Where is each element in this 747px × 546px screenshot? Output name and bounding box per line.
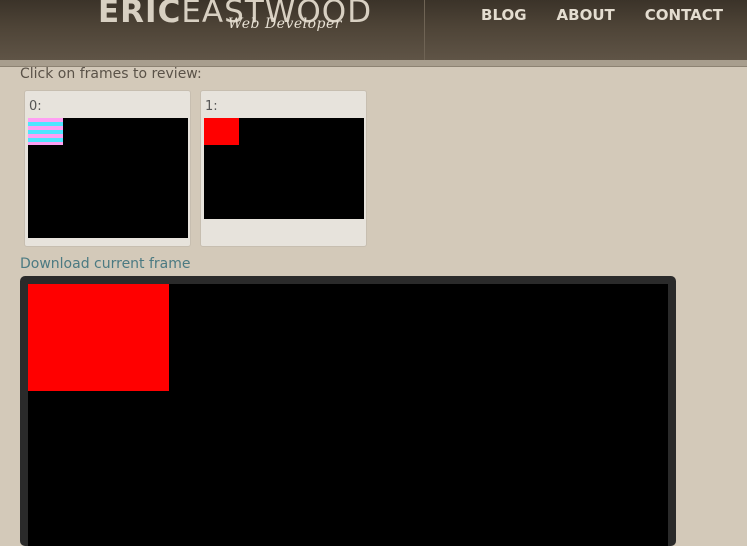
header-divider — [424, 0, 425, 60]
nav-about-link[interactable]: ABOUT — [557, 6, 615, 24]
download-frame-link[interactable]: Download current frame — [20, 256, 191, 272]
red-square — [204, 118, 239, 145]
site-header: ERICEASTWOOD Web Developer BLOG ABOUT CO… — [0, 0, 747, 66]
logo-first-name: ERIC — [98, 0, 182, 30]
frame-label: 1: — [205, 99, 218, 114]
frame-thumbnail-0[interactable]: 0: — [24, 90, 191, 247]
nav-blog-link[interactable]: BLOG — [481, 6, 527, 24]
logo-tagline: Web Developer — [228, 16, 342, 32]
current-frame-viewer — [20, 276, 676, 546]
frames-instructions: Click on frames to review: — [20, 66, 202, 82]
striped-square — [28, 118, 63, 145]
frame-preview — [28, 118, 188, 238]
main-nav: BLOG ABOUT CONTACT — [481, 6, 723, 24]
nav-contact-link[interactable]: CONTACT — [645, 6, 723, 24]
frame-preview — [204, 118, 364, 219]
red-square — [28, 284, 169, 391]
current-frame-canvas — [28, 284, 668, 546]
frame-thumbnail-1[interactable]: 1: — [200, 90, 367, 247]
frame-label: 0: — [29, 99, 42, 114]
site-logo[interactable]: ERICEASTWOOD Web Developer — [98, 0, 372, 42]
